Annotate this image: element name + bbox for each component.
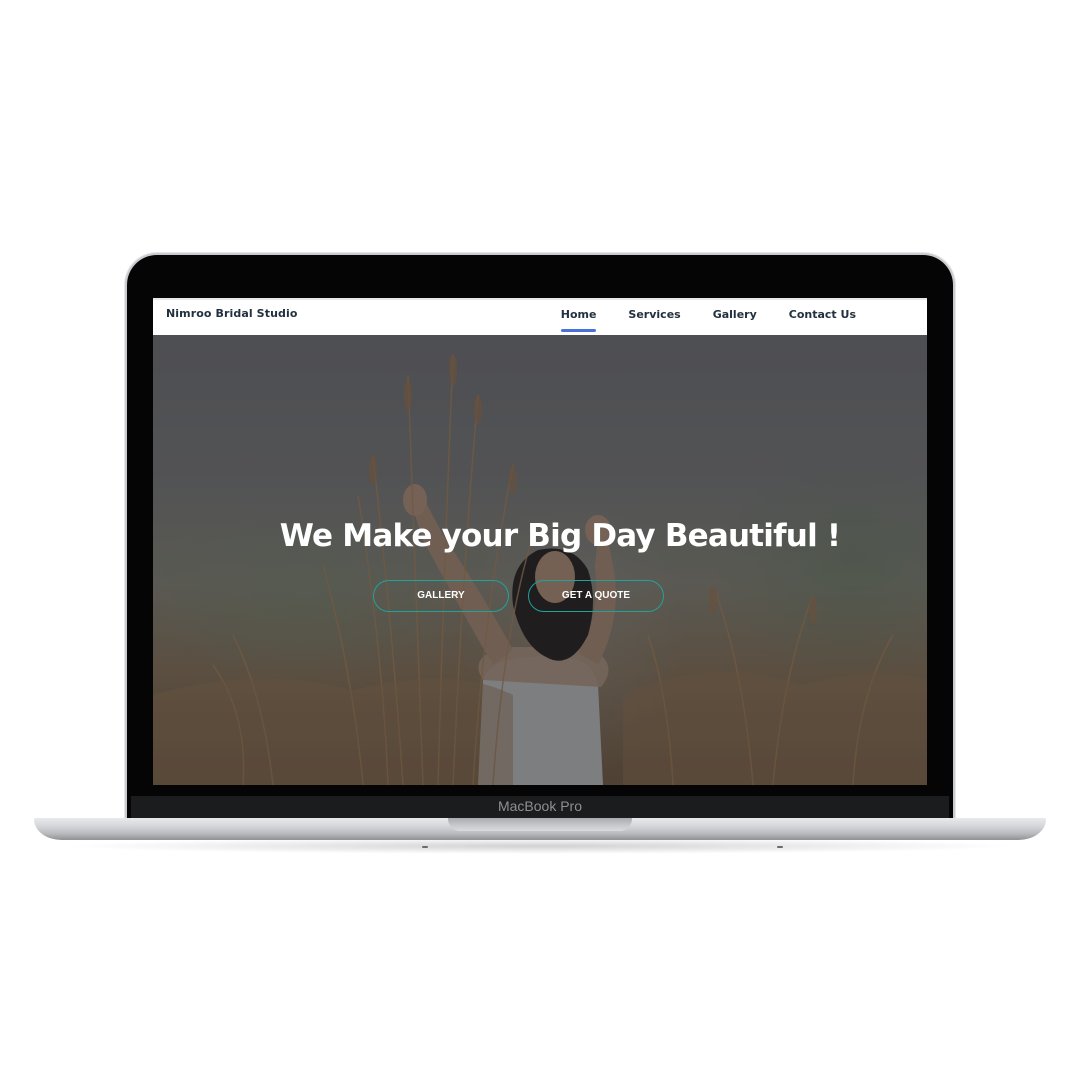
laptop-foot-left <box>422 846 428 848</box>
nav-links: Home Services Gallery Contact Us <box>545 300 872 337</box>
brand-logo[interactable]: Nimroo Bridal Studio <box>166 307 298 320</box>
nav-services[interactable]: Services <box>612 300 696 337</box>
nav-contact-us[interactable]: Contact Us <box>773 300 872 337</box>
nav-gallery[interactable]: Gallery <box>697 300 773 337</box>
gallery-button[interactable]: GALLERY <box>373 580 509 612</box>
get-a-quote-button[interactable]: GET A QUOTE <box>528 580 664 612</box>
hero-overlay <box>153 335 927 785</box>
mockup-stage: Nimroo Bridal Studio Home Services Galle… <box>0 0 1080 1080</box>
device-label: MacBook Pro <box>497 798 583 814</box>
website-screen: Nimroo Bridal Studio Home Services Galle… <box>153 298 927 785</box>
nav-home[interactable]: Home <box>545 300 613 337</box>
laptop-foot-right <box>777 846 783 848</box>
hero-title: We Make your Big Day Beautiful ! <box>279 518 841 554</box>
laptop-hinge-notch <box>448 818 632 831</box>
laptop-shadow <box>60 838 1020 854</box>
hero-section: We Make your Big Day Beautiful ! GALLERY… <box>153 335 927 785</box>
navbar: Nimroo Bridal Studio Home Services Galle… <box>153 298 927 335</box>
